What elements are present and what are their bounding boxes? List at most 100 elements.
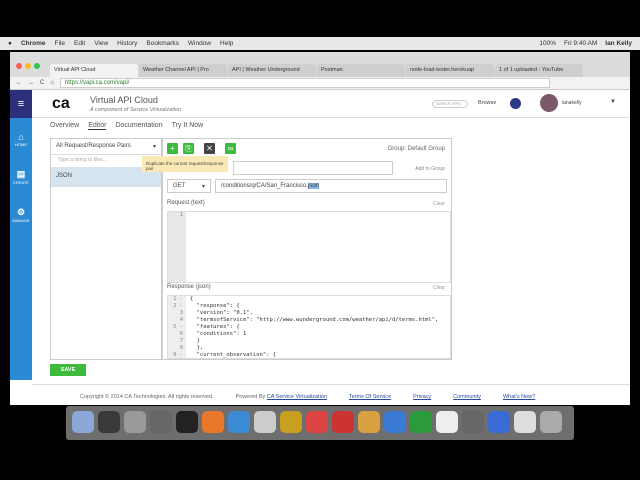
code-line: "termsofService": "http://www.wundergrou… <box>190 317 439 323</box>
code-line: }, <box>190 345 204 351</box>
line-number: 1 - <box>173 296 183 302</box>
response-label: Response (json) <box>167 284 211 290</box>
apple-icon[interactable]: ● <box>8 40 12 47</box>
browser-tab[interactable]: node-load-tester.herokuap <box>406 64 494 77</box>
dock-app-icon[interactable] <box>176 411 198 433</box>
privacy-link[interactable]: Privacy <box>413 394 431 405</box>
clock: Fri 9:40 AM <box>564 40 598 47</box>
tab-editor[interactable]: Editor <box>88 122 107 130</box>
add-icon[interactable]: + <box>167 143 178 154</box>
menubar-user[interactable]: Ian Kelly <box>605 40 632 47</box>
username[interactable]: ianakelly <box>562 100 581 106</box>
link-icon[interactable]: ∞ <box>225 143 236 154</box>
group-label: Group: Default Group <box>387 146 445 152</box>
mac-menu-bar: ● Chrome File Edit View History Bookmark… <box>0 37 640 50</box>
dock-app-icon[interactable] <box>514 411 536 433</box>
request-editor[interactable]: 1 <box>167 211 451 283</box>
sidebar-item-create[interactable]: ▤ CREATE <box>10 169 32 185</box>
avatar[interactable] <box>540 94 558 112</box>
community-link[interactable]: Community <box>453 394 481 405</box>
menu-bookmarks[interactable]: Bookmarks <box>146 40 179 47</box>
dock-app-icon[interactable] <box>124 411 146 433</box>
save-button[interactable]: SAVE <box>50 364 86 376</box>
dock-app-icon[interactable] <box>306 411 328 433</box>
browser-tab[interactable]: 1 of 1 uploaded - YouTube <box>495 64 583 77</box>
url-input[interactable]: https://vapi.ca.com/vapi/ <box>59 78 550 88</box>
request-clear-button[interactable]: Clear <box>433 201 445 207</box>
menu-help[interactable]: Help <box>220 40 233 47</box>
zoom-icon[interactable] <box>34 63 40 69</box>
dock-app-icon[interactable] <box>228 411 250 433</box>
minimize-icon[interactable] <box>25 63 31 69</box>
ca-logo: ca <box>52 95 70 112</box>
dock-app-icon[interactable] <box>332 411 354 433</box>
whats-new-link[interactable]: What's New? <box>503 394 535 405</box>
tab-documentation[interactable]: Documentation <box>115 122 162 130</box>
app-header: ca Virtual API Cloud A component of Serv… <box>32 90 630 118</box>
home-icon[interactable]: ⌂ <box>50 80 54 86</box>
chevron-down-icon: ▾ <box>201 184 205 190</box>
response-clear-button[interactable]: Clear <box>433 285 445 291</box>
app-title: Virtual API Cloud <box>90 95 158 105</box>
dock-app-icon[interactable] <box>150 411 172 433</box>
dock-app-icon[interactable] <box>280 411 302 433</box>
menu-edit[interactable]: Edit <box>74 40 85 47</box>
menu-window[interactable]: Window <box>188 40 211 47</box>
dock <box>66 406 574 440</box>
menu-chrome[interactable]: Chrome <box>21 40 46 47</box>
tab-overview[interactable]: Overview <box>50 122 79 130</box>
tab-strip: Virtual API Cloud Weather Channel API | … <box>10 52 630 77</box>
dock-app-icon[interactable] <box>98 411 120 433</box>
pair-name-input[interactable] <box>233 161 393 175</box>
close-window-icon[interactable] <box>16 63 22 69</box>
sidebar-label: HOME <box>15 142 27 147</box>
powered-by-link[interactable]: CA Service Virtualization <box>267 394 327 400</box>
dock-app-icon[interactable] <box>410 411 432 433</box>
browser-tab[interactable]: Virtual API Cloud <box>50 64 138 77</box>
chevron-down-icon[interactable]: ▼ <box>610 99 616 105</box>
browser-window: Virtual API Cloud Weather Channel API | … <box>10 52 630 405</box>
line-number: 2 - <box>173 303 183 309</box>
browser-tab[interactable]: API | Weather Underground <box>228 64 316 77</box>
request-label: Request (text) <box>167 200 205 206</box>
tooltip: Duplicate the current request/response p… <box>142 156 228 172</box>
browser-tab[interactable]: Weather Channel API | Pro <box>139 64 227 77</box>
line-number: 6 <box>179 331 183 337</box>
powered-by: Powered By CA Service Virtualization <box>235 394 327 400</box>
path-input[interactable]: /conditions/q/CA/San_Francisco.json <box>215 179 447 193</box>
browse-link[interactable]: Browse <box>478 100 496 106</box>
menu-view[interactable]: View <box>94 40 108 47</box>
dock-app-icon[interactable] <box>72 411 94 433</box>
reload-icon[interactable]: C <box>40 80 44 86</box>
dock-app-icon[interactable] <box>436 411 458 433</box>
tab-try-it-now[interactable]: Try It Now <box>172 122 204 130</box>
method-select[interactable]: GET ▾ <box>167 179 211 193</box>
sidebar-item-manage[interactable]: ⚙ MANAGE <box>10 207 32 223</box>
delete-icon[interactable]: ✕ <box>204 143 215 154</box>
forward-icon[interactable]: → <box>28 80 34 86</box>
browser-tab[interactable]: Postman <box>317 64 405 77</box>
menu-history[interactable]: History <box>117 40 137 47</box>
search-input[interactable]: Search APIs <box>432 100 468 108</box>
response-editor[interactable]: 1 -2 -345 -6789 - { "response": { "versi… <box>167 295 451 359</box>
dock-app-icon[interactable] <box>488 411 510 433</box>
dock-app-icon[interactable] <box>540 411 562 433</box>
menu-file[interactable]: File <box>55 40 65 47</box>
sidebar-item-home[interactable]: ⌂ HOME <box>10 132 32 147</box>
back-icon[interactable]: ← <box>16 80 22 86</box>
dock-app-icon[interactable] <box>358 411 380 433</box>
pairs-select[interactable]: All Request/Response Pairs ▾ <box>51 139 161 155</box>
code-line: "response": { <box>190 303 240 309</box>
hamburger-menu-icon[interactable]: ≡ <box>10 90 32 118</box>
battery-status: 100% <box>539 40 557 47</box>
dock-app-icon[interactable] <box>384 411 406 433</box>
dock-app-icon[interactable] <box>462 411 484 433</box>
code-line: "version": "0.1", <box>190 310 253 316</box>
dock-app-icon[interactable] <box>254 411 276 433</box>
terms-link[interactable]: Terms Of Service <box>349 394 391 405</box>
duplicate-icon[interactable]: ⎘ <box>183 143 194 154</box>
copyright: Copyright © 2014 CA Technologies. All ri… <box>80 394 214 400</box>
add-to-group-link[interactable]: Add to Group <box>415 166 445 172</box>
dock-app-icon[interactable] <box>202 411 224 433</box>
notification-icon[interactable] <box>510 98 521 109</box>
